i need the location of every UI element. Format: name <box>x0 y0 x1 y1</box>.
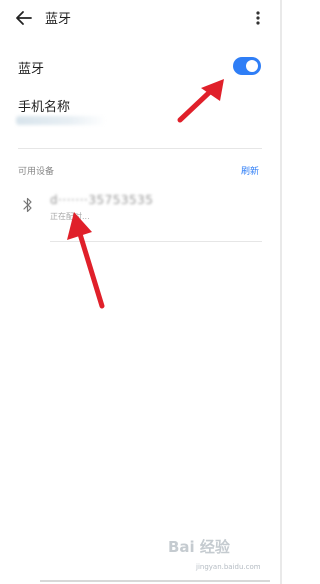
available-devices-title: 可用设备 <box>18 167 55 177</box>
toggle-knob <box>246 60 258 72</box>
bottom-edge-line <box>40 580 270 582</box>
more-options-icon[interactable] <box>250 7 266 29</box>
annotation-arrow-toggle <box>177 79 224 123</box>
page-title: 蓝牙 <box>45 12 72 27</box>
app-bar: 蓝牙 <box>0 0 280 36</box>
settings-screen: 蓝牙 蓝牙 手机名称 可用设备 刷新 d·······35753535 正在配对… <box>0 0 280 584</box>
device-name: d·······35753535 <box>50 193 154 207</box>
section-divider <box>18 148 262 149</box>
screen-edge <box>280 0 282 584</box>
bluetooth-toggle[interactable] <box>233 57 261 75</box>
device-name-label[interactable]: 手机名称 <box>18 96 70 115</box>
bluetooth-icon <box>23 197 32 213</box>
refresh-button[interactable]: 刷新 <box>241 164 259 177</box>
device-name-value-blurred <box>16 116 106 125</box>
back-arrow-icon[interactable] <box>12 6 36 30</box>
annotation-arrow-device <box>67 212 105 309</box>
bluetooth-label: 蓝牙 <box>18 62 45 77</box>
watermark-url: jingyan.baidu.com <box>196 563 261 571</box>
watermark-logo: Bai 经验 <box>168 538 230 556</box>
